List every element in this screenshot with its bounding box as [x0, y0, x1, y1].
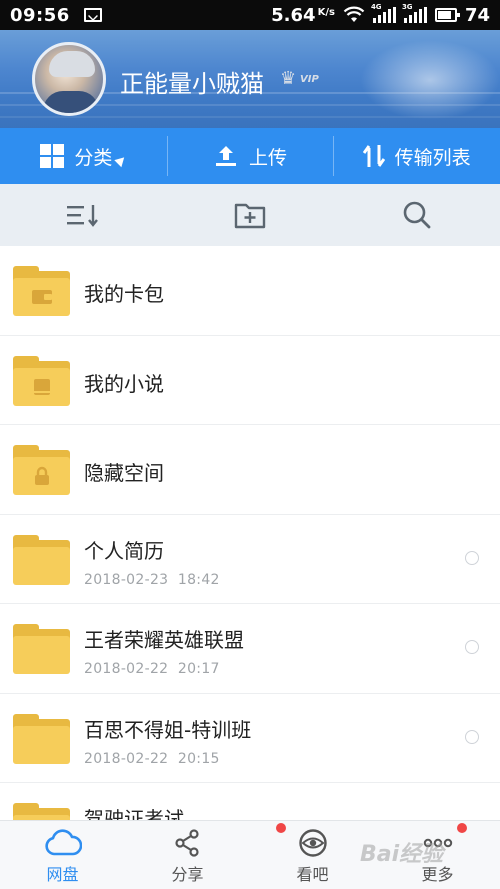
status-time: 09:56 [10, 4, 70, 26]
signal-3g-label: 3G [401, 3, 413, 11]
battery-icon [434, 8, 460, 22]
file-name: 我的卡包 [84, 282, 164, 306]
file-toolbar [0, 184, 500, 246]
share-icon [174, 829, 199, 857]
status-right: 5.64 K/s 4G 3G 74 [271, 3, 490, 26]
crown-icon: ♛ [280, 68, 297, 89]
tab-netdisk[interactable]: 网盘 [0, 821, 125, 889]
tab-more[interactable]: 更多 [375, 821, 500, 889]
transfer-list-button[interactable]: 传输列表 [333, 128, 500, 184]
mail-notification-icon [83, 8, 102, 22]
more-dots-icon [423, 838, 452, 848]
sort-button[interactable] [0, 184, 167, 246]
list-item[interactable]: 隐藏空间 [0, 425, 500, 515]
list-item[interactable]: 驾驶证考试 [0, 783, 500, 820]
file-name: 个人简历 [84, 538, 164, 563]
folder-icon [13, 713, 70, 764]
select-radio[interactable] [465, 550, 479, 565]
lock-icon [34, 466, 49, 485]
network-speed-unit: K/s [317, 6, 335, 18]
folder-icon [13, 266, 70, 316]
file-date: 2018-02-22 20:17 [84, 661, 220, 677]
transfer-arrows-icon [362, 145, 385, 167]
category-label: 分类 [74, 146, 113, 169]
file-name: 隐藏空间 [84, 461, 164, 485]
tab-watch-label: 看吧 [296, 865, 329, 884]
select-radio[interactable] [465, 729, 479, 744]
signal-4g-icon: 4G [371, 3, 396, 23]
file-name: 我的小说 [84, 371, 164, 396]
book-icon [33, 378, 50, 395]
folder-icon [13, 355, 70, 406]
username[interactable]: 正能量小贼猫 [120, 64, 264, 99]
select-radio[interactable] [465, 640, 479, 654]
tab-more-label: 更多 [421, 865, 454, 884]
folder-icon [13, 445, 70, 495]
file-date: 2018-02-22 20:15 [84, 750, 220, 767]
notification-dot [457, 823, 467, 833]
tab-share-label: 分享 [171, 865, 204, 884]
status-bar: 09:56 5.64 K/s 4G 3G 74 [0, 0, 500, 30]
new-folder-icon [234, 203, 266, 229]
search-icon [403, 201, 431, 229]
list-item[interactable]: 我的卡包 [0, 246, 500, 336]
tab-netdisk-label: 网盘 [46, 865, 79, 884]
transfer-list-label: 传输列表 [394, 146, 471, 169]
list-item[interactable]: 王者荣耀英雄联盟 2018-02-22 20:17 [0, 604, 500, 694]
eye-icon [298, 829, 327, 857]
signal-4g-label: 4G [370, 3, 382, 11]
file-name: 王者荣耀英雄联盟 [84, 628, 244, 652]
list-item[interactable]: 个人简历 2018-02-23 18:42 [0, 515, 500, 604]
bottom-nav: 网盘 分享 看吧 更多 [0, 820, 500, 889]
battery-level: 74 [464, 4, 490, 26]
action-bar: 分类 上传 传输列表 [0, 128, 500, 184]
notification-dot [276, 823, 286, 833]
vip-badge-label: VIP [300, 74, 319, 85]
file-name: 百思不得姐-特训班 [84, 717, 252, 742]
wallet-icon [31, 290, 52, 304]
upload-label: 上传 [249, 146, 288, 169]
cloud-icon [44, 829, 82, 856]
network-speed: 5.64 [271, 4, 316, 26]
file-list: 我的卡包 我的小说 隐藏空间 个人简历 2018-02-23 18:42 王者荣… [0, 246, 500, 820]
category-button[interactable]: 分类 [0, 128, 167, 184]
file-date: 2018-02-23 18:42 [84, 571, 220, 588]
wifi-icon [343, 6, 365, 22]
list-item[interactable]: 我的小说 [0, 336, 500, 425]
file-name: 驾驶证考试 [84, 807, 184, 820]
vip-badge[interactable]: ♛ VIP [280, 70, 322, 90]
profile-header: 正能量小贼猫 ♛ VIP [0, 30, 500, 128]
dropdown-triangle-icon [114, 153, 129, 167]
search-button[interactable] [333, 184, 500, 246]
tab-share[interactable]: 分享 [125, 821, 250, 889]
upload-button[interactable]: 上传 [166, 128, 334, 184]
signal-3g-icon: 3G [402, 3, 427, 23]
folder-icon [13, 534, 70, 585]
folder-icon [13, 803, 70, 820]
avatar[interactable] [32, 42, 106, 116]
grid-icon [40, 144, 65, 168]
folder-icon [13, 624, 70, 674]
upload-icon [216, 146, 236, 166]
sort-icon [67, 205, 99, 227]
new-folder-button[interactable] [167, 184, 334, 246]
list-item[interactable]: 百思不得姐-特训班 2018-02-22 20:15 [0, 694, 500, 783]
tab-watch[interactable]: 看吧 [250, 821, 375, 889]
